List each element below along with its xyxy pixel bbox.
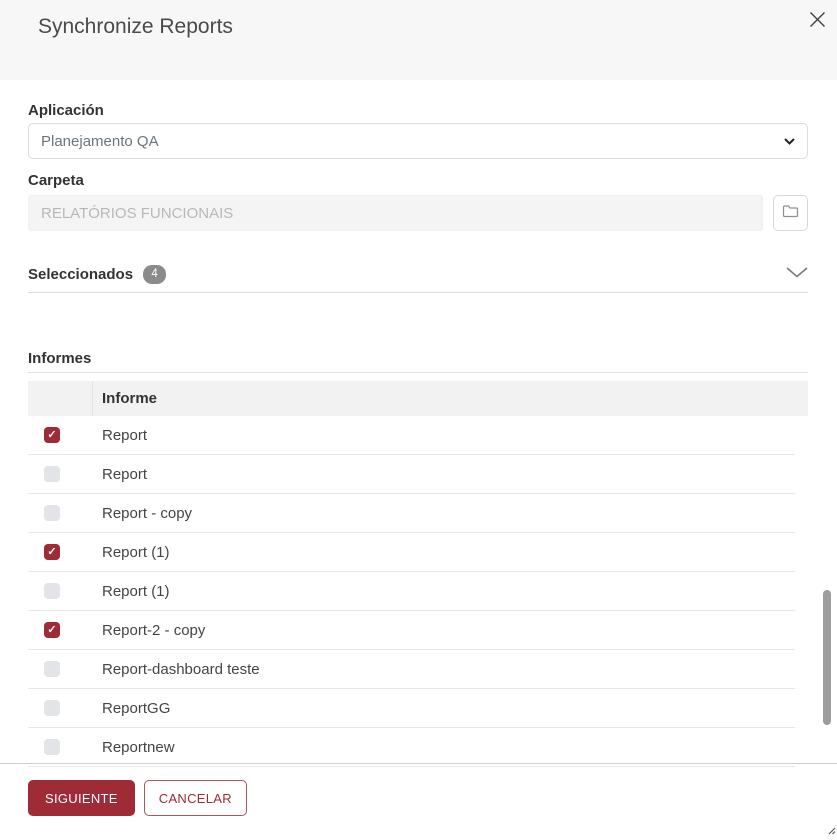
report-name: Report: [102, 465, 148, 483]
folder-input-row: [28, 195, 808, 231]
report-checkbox[interactable]: [44, 661, 60, 677]
cancel-button[interactable]: CANCELAR: [143, 780, 247, 816]
report-checkbox-cell: ✓: [28, 427, 93, 443]
report-checkbox-cell: [28, 505, 93, 521]
report-checkbox-cell: [28, 466, 93, 482]
selected-section-divider: [28, 292, 808, 293]
report-checkbox-cell: ✓: [28, 544, 93, 560]
table-row: ✓ Report-2 - copy: [28, 611, 795, 650]
reports-table-header: Informe: [28, 381, 808, 416]
report-column-header: Informe: [102, 390, 158, 407]
report-name: Report: [102, 426, 148, 444]
select-caret-icon: [784, 132, 795, 150]
synchronize-reports-modal: Synchronize Reports Aplicación Planejame…: [0, 0, 837, 835]
folder-browse-button[interactable]: [773, 195, 808, 231]
checkmark-icon: ✓: [47, 545, 57, 558]
chevron-down-icon[interactable]: [786, 265, 808, 283]
application-select-value: Planejamento QA: [41, 132, 159, 150]
report-checkbox-cell: [28, 661, 93, 677]
table-row: ✓ Report (1): [28, 533, 795, 572]
folder-input: [28, 195, 763, 231]
folder-icon: [782, 204, 799, 222]
report-checkbox-cell: [28, 700, 93, 716]
table-row: Report - copy: [28, 494, 795, 533]
table-row: ReportGG: [28, 689, 795, 728]
report-name: Report (1): [102, 543, 170, 561]
report-checkbox-cell: [28, 583, 93, 599]
modal-header: Synchronize Reports: [0, 0, 837, 80]
reports-table: Informe ✓ Report Report Report - copy ✓: [28, 381, 808, 767]
table-row: Report: [28, 455, 795, 494]
footer-divider: [0, 763, 837, 764]
report-checkbox[interactable]: ✓: [44, 544, 60, 560]
report-name: ReportGG: [102, 699, 171, 717]
report-name: Report-dashboard teste: [102, 660, 260, 678]
report-rows: ✓ Report Report Report - copy ✓ Report (…: [28, 416, 808, 767]
checkmark-icon: ✓: [47, 623, 57, 636]
modal-body: Aplicación Planejamento QA Carpeta RELAT…: [0, 102, 837, 767]
report-checkbox[interactable]: [44, 466, 60, 482]
checkmark-icon: ✓: [47, 428, 57, 441]
close-button[interactable]: [807, 11, 827, 31]
next-button[interactable]: SIGUIENTE: [28, 780, 135, 816]
application-select[interactable]: Planejamento QA: [28, 123, 808, 159]
checkbox-column-header: [28, 381, 93, 416]
selected-label: Seleccionados: [28, 265, 134, 283]
report-checkbox[interactable]: ✓: [44, 622, 60, 638]
report-name: Report - copy: [102, 504, 193, 522]
report-name: Reportnew: [102, 738, 175, 756]
application-label: Aplicación: [28, 102, 104, 119]
reports-section-divider: [28, 372, 808, 373]
selected-count-badge: 4: [143, 264, 167, 284]
table-row: Reportnew: [28, 728, 795, 767]
report-checkbox[interactable]: [44, 505, 60, 521]
report-checkbox[interactable]: [44, 700, 60, 716]
close-icon: [809, 11, 826, 31]
report-checkbox-cell: ✓: [28, 622, 93, 638]
report-checkbox[interactable]: [44, 583, 60, 599]
report-checkbox-cell: [28, 739, 93, 755]
table-row: Report (1): [28, 572, 795, 611]
report-checkbox[interactable]: ✓: [44, 427, 60, 443]
report-name: Report (1): [102, 582, 170, 600]
table-row: Report-dashboard teste: [28, 650, 795, 689]
report-name: Report-2 - copy: [102, 621, 206, 639]
reports-section-label: Informes: [28, 350, 92, 367]
report-checkbox[interactable]: [44, 739, 60, 755]
modal-title: Synchronize Reports: [38, 15, 233, 38]
folder-label: Carpeta: [28, 172, 84, 189]
modal-footer: SIGUIENTE CANCELAR: [28, 780, 247, 816]
table-row: ✓ Report: [28, 416, 795, 455]
vertical-scrollbar-thumb[interactable]: [823, 590, 831, 725]
resize-grip-icon: [827, 822, 836, 835]
selected-accordion-header[interactable]: Seleccionados 4: [28, 263, 808, 285]
